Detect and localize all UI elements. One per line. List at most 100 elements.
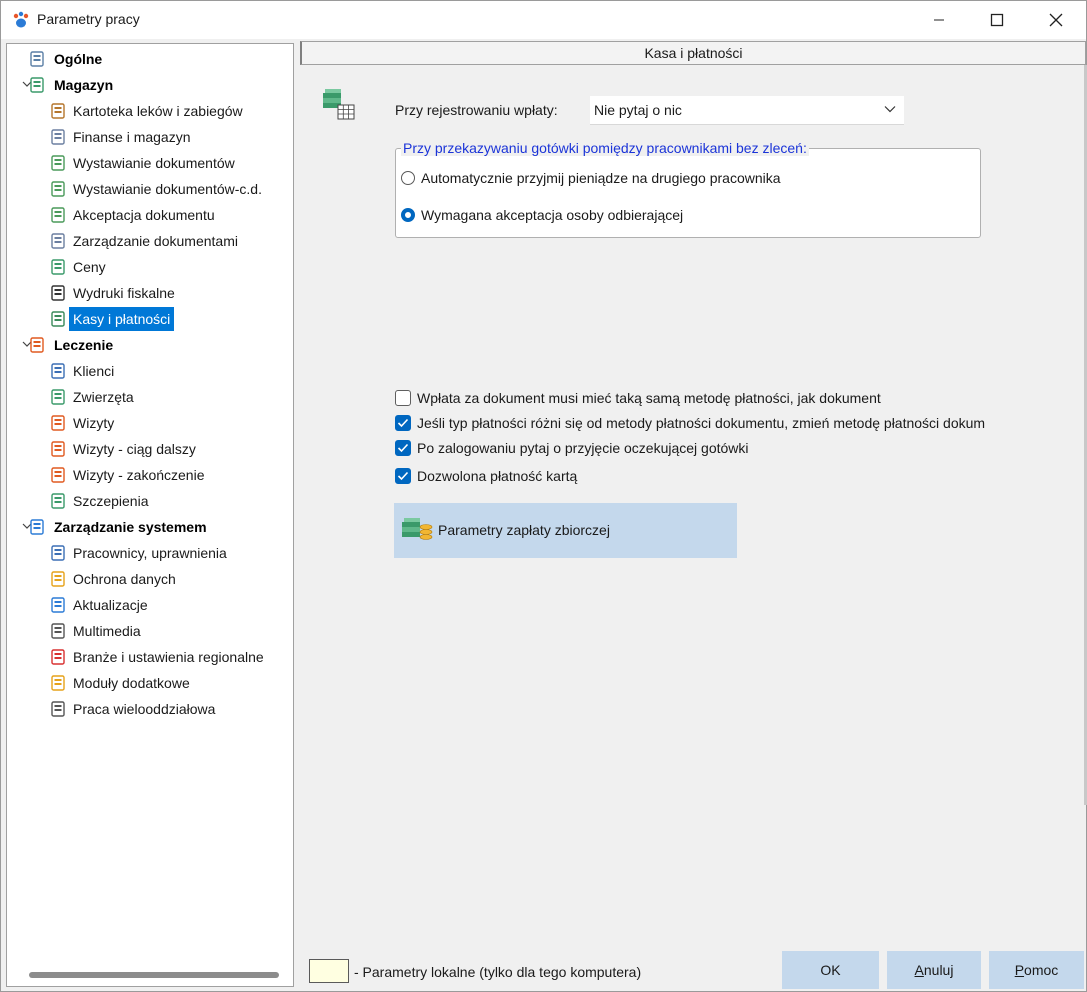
help-button[interactable]: Pomoc xyxy=(989,951,1084,989)
close-icon xyxy=(1049,13,1063,27)
tree-item-5[interactable]: Wystawianie dokumentów xyxy=(51,151,239,175)
flag-icon xyxy=(51,649,65,665)
tree-item-label: Klienci xyxy=(73,363,115,379)
tree-item-1[interactable]: Ogólne xyxy=(30,47,106,71)
tree-item-label: Akceptacja dokumentu xyxy=(73,207,215,223)
tree-item-label: Wydruki fiskalne xyxy=(73,285,175,301)
tree-item-label: Wizyty - zakończenie xyxy=(73,467,205,483)
tree-item-23[interactable]: Multimedia xyxy=(51,619,145,643)
radio-require-acceptance-label: Wymagana akceptacja osoby odbierającej xyxy=(421,207,684,223)
tree-item-label: Pracownicy, uprawnienia xyxy=(73,545,227,561)
tree-item-label: Ochrona danych xyxy=(73,571,176,587)
warehouse-icon xyxy=(30,77,44,93)
tree-item-24[interactable]: Branże i ustawienia regionalne xyxy=(51,645,268,669)
checkbox-card-payment[interactable]: Dozwolona płatność kartą xyxy=(395,468,577,484)
checkbox-pending-cash[interactable]: Po zalogowaniu pytaj o przyjęcie oczekuj… xyxy=(395,440,749,456)
tree-item-3[interactable]: Kartoteka leków i zabiegów xyxy=(51,99,247,123)
checkbox-same-method[interactable]: Wpłata za dokument musi mieć taką samą m… xyxy=(395,390,881,406)
clipboard-check-icon xyxy=(51,415,65,431)
tree-item-9[interactable]: Ceny xyxy=(51,255,110,279)
payment-registration-value: Nie pytaj o nic xyxy=(594,102,682,118)
medicine-bottle-icon xyxy=(51,103,65,119)
minimize-button[interactable] xyxy=(909,1,969,39)
checkmark-icon xyxy=(397,443,409,453)
multimedia-icon xyxy=(51,623,65,639)
cash-transfer-group-title: Przy przekazywaniu gotówki pomiędzy prac… xyxy=(401,140,809,156)
collective-payment-button[interactable]: Parametry zapłaty zbiorczej xyxy=(394,503,737,558)
collective-payment-label: Parametry zapłaty zbiorczej xyxy=(438,522,610,538)
tree-item-2[interactable]: Magazyn xyxy=(22,73,117,97)
window-title: Parametry pracy xyxy=(37,11,140,27)
tree-item-21[interactable]: Ochrona danych xyxy=(51,567,180,591)
tree-item-14[interactable]: Zwierzęta xyxy=(51,385,138,409)
checkbox-pending-cash-label: Po zalogowaniu pytaj o przyjęcie oczekuj… xyxy=(417,440,749,456)
checkbox-box xyxy=(395,415,411,431)
syringe-icon xyxy=(51,493,65,509)
settings-tree[interactable]: Ogólne Magazyn Kartoteka leków i zabiegów F… xyxy=(6,43,294,987)
tree-item-label: Ogólne xyxy=(54,51,103,67)
checkbox-change-method[interactable]: Jeśli typ płatności różni się od metody … xyxy=(395,415,985,431)
tree-item-label: Magazyn xyxy=(54,77,114,93)
tree-item-4[interactable]: Finanse i magazyn xyxy=(51,125,195,149)
money-coins-icon xyxy=(402,518,433,540)
local-param-legend: - Parametry lokalne (tylko dla tego komp… xyxy=(354,964,642,980)
tree-item-label: Zarządzanie systemem xyxy=(54,519,207,535)
tree-item-label: Wystawianie dokumentów xyxy=(73,155,235,171)
local-param-swatch xyxy=(309,959,349,983)
tree-item-label: Leczenie xyxy=(54,337,114,353)
tree-item-25[interactable]: Moduły dodatkowe xyxy=(51,671,194,695)
checkbox-change-method-label: Jeśli typ płatności różni się od metody … xyxy=(417,415,986,431)
clipboard-icon xyxy=(30,337,44,353)
tree-item-15[interactable]: Wizyty xyxy=(51,411,118,435)
panel-title: Kasa i płatności xyxy=(300,41,1086,65)
tree-item-22[interactable]: Aktualizacje xyxy=(51,593,152,617)
tree-item-16[interactable]: Wizyty - ciąg dalszy xyxy=(51,437,200,461)
tree-item-label: Finanse i magazyn xyxy=(73,129,191,145)
tree-item-10[interactable]: Wydruki fiskalne xyxy=(51,281,179,305)
tree-item-label: Szczepienia xyxy=(73,493,149,509)
checkmark-icon xyxy=(397,418,409,428)
tree-item-label: Wizyty xyxy=(73,415,115,431)
radio-require-acceptance[interactable]: Wymagana akceptacja osoby odbierającej xyxy=(401,207,683,223)
checkbox-card-payment-label: Dozwolona płatność kartą xyxy=(417,468,578,484)
tree-item-13[interactable]: Klienci xyxy=(51,359,118,383)
horizontal-scrollbar[interactable] xyxy=(29,972,279,978)
tree-item-8[interactable]: Zarządzanie dokumentami xyxy=(51,229,242,253)
money-stack-icon xyxy=(51,259,65,275)
system-icon xyxy=(30,519,44,535)
tree-item-label: Branże i ustawienia regionalne xyxy=(73,649,264,665)
tree-item-17[interactable]: Wizyty - zakończenie xyxy=(51,463,208,487)
tree-item-18[interactable]: Szczepienia xyxy=(51,489,153,513)
maximize-button[interactable] xyxy=(967,1,1027,39)
checkbox-same-method-label: Wpłata za dokument musi mieć taką samą m… xyxy=(417,390,881,406)
radio-indicator xyxy=(401,208,415,222)
tree-item-11[interactable]: Kasy i płatności xyxy=(51,307,175,331)
home-icon xyxy=(51,701,65,717)
paw-icon xyxy=(51,389,65,405)
tree-item-12[interactable]: Leczenie xyxy=(22,333,117,357)
tree-item-6[interactable]: Wystawianie dokumentów-c.d. xyxy=(51,177,266,201)
tree-item-label: Kartoteka leków i zabiegów xyxy=(73,103,243,119)
radio-auto-accept[interactable]: Automatycznie przyjmij pieniądze na drug… xyxy=(401,170,781,186)
document-add-icon xyxy=(51,181,65,197)
tree-item-20[interactable]: Pracownicy, uprawnienia xyxy=(51,541,231,565)
person-icon xyxy=(51,363,65,379)
documents-icon xyxy=(51,233,65,249)
lock-icon xyxy=(51,571,65,587)
payment-registration-select[interactable]: Nie pytaj o nic xyxy=(590,96,904,125)
title-bar: Parametry pracy xyxy=(1,1,1086,39)
checkbox-box xyxy=(395,390,411,406)
close-button[interactable] xyxy=(1026,1,1086,39)
payment-registration-label: Przy rejestrowaniu wpłaty: xyxy=(395,102,558,118)
checkmark-icon xyxy=(397,471,409,481)
tree-item-label: Kasy i płatności xyxy=(69,307,175,331)
tree-item-19[interactable]: Zarządzanie systemem xyxy=(22,515,211,539)
ok-button[interactable]: OK xyxy=(782,951,879,989)
tree-item-7[interactable]: Akceptacja dokumentu xyxy=(51,203,219,227)
clipboard-check-icon xyxy=(51,441,65,457)
module-add-icon xyxy=(51,675,65,691)
maximize-icon xyxy=(990,13,1004,27)
tree-item-label: Multimedia xyxy=(73,623,141,639)
tree-item-26[interactable]: Praca wielooddziałowa xyxy=(51,697,219,721)
cancel-button[interactable]: Anuluj xyxy=(887,951,981,989)
